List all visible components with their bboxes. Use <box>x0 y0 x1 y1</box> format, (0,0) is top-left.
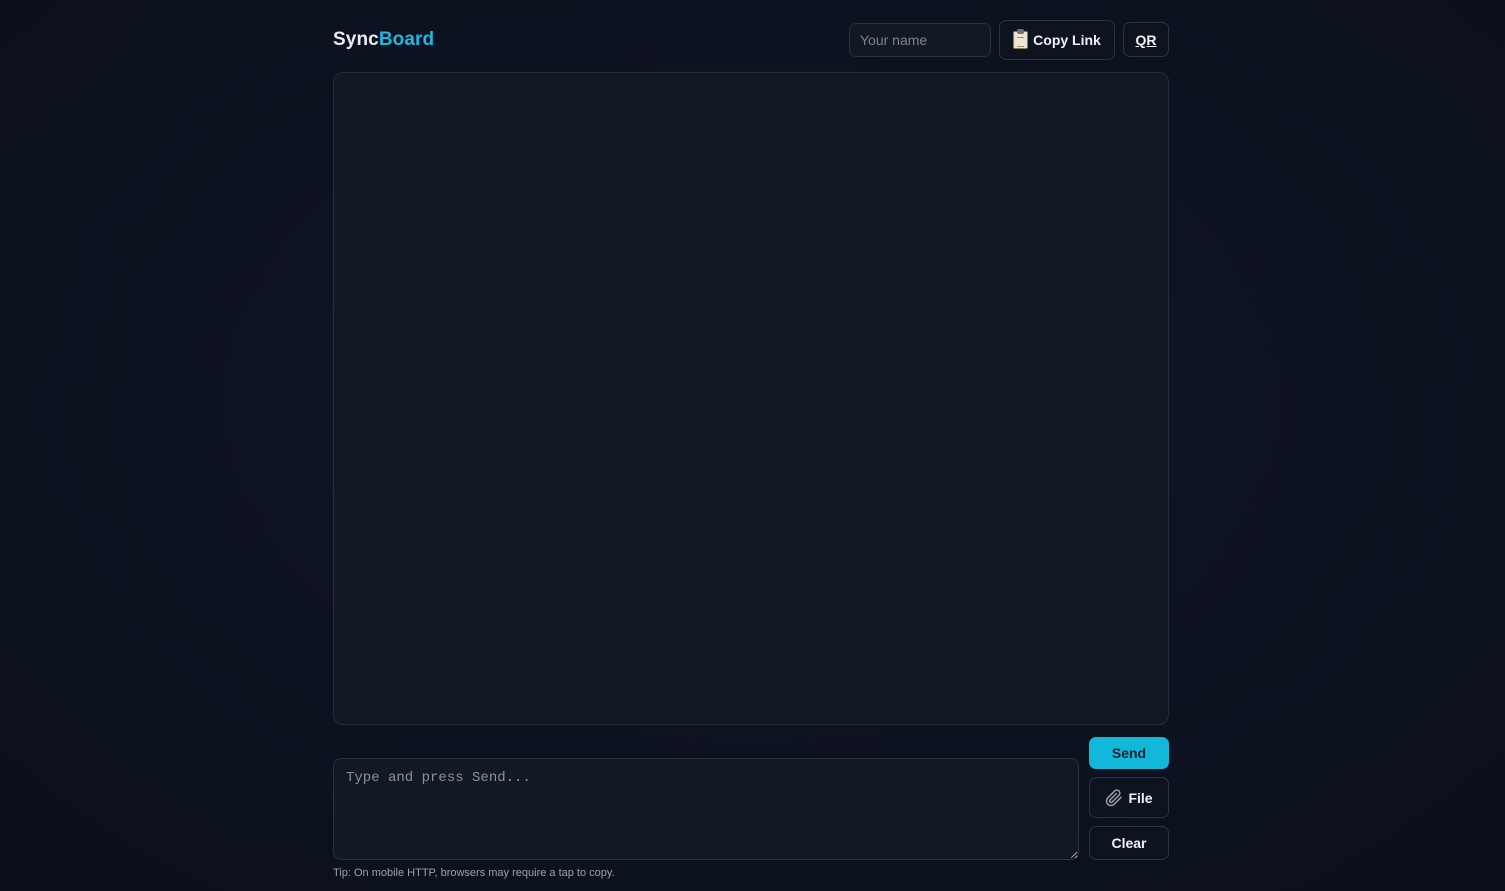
file-button[interactable]: File <box>1089 777 1169 818</box>
qr-button[interactable]: QR <box>1123 22 1169 57</box>
app-container: SyncBoard Copy Link QR Send File Clear T… <box>333 0 1169 891</box>
message-input[interactable] <box>333 758 1079 860</box>
copy-link-button[interactable]: Copy Link <box>999 20 1115 60</box>
app-logo: SyncBoard <box>333 29 434 51</box>
name-input[interactable] <box>849 23 991 57</box>
tip-text: Tip: On mobile HTTP, browsers may requir… <box>333 867 615 879</box>
file-label: File <box>1128 789 1153 806</box>
clipboard-icon <box>1013 29 1029 49</box>
clear-label: Clear <box>1111 835 1147 851</box>
send-button[interactable]: Send <box>1089 737 1169 769</box>
header: SyncBoard Copy Link QR <box>333 20 1169 60</box>
brand-part-sync: Sync <box>333 29 379 50</box>
send-label: Send <box>1111 745 1147 761</box>
paperclip-icon <box>1105 788 1123 807</box>
message-board <box>333 72 1169 725</box>
qr-label: QR <box>1135 31 1157 48</box>
brand-part-board: Board <box>378 29 435 50</box>
copy-link-label: Copy Link <box>1033 32 1101 48</box>
clear-button[interactable]: Clear <box>1089 826 1169 860</box>
